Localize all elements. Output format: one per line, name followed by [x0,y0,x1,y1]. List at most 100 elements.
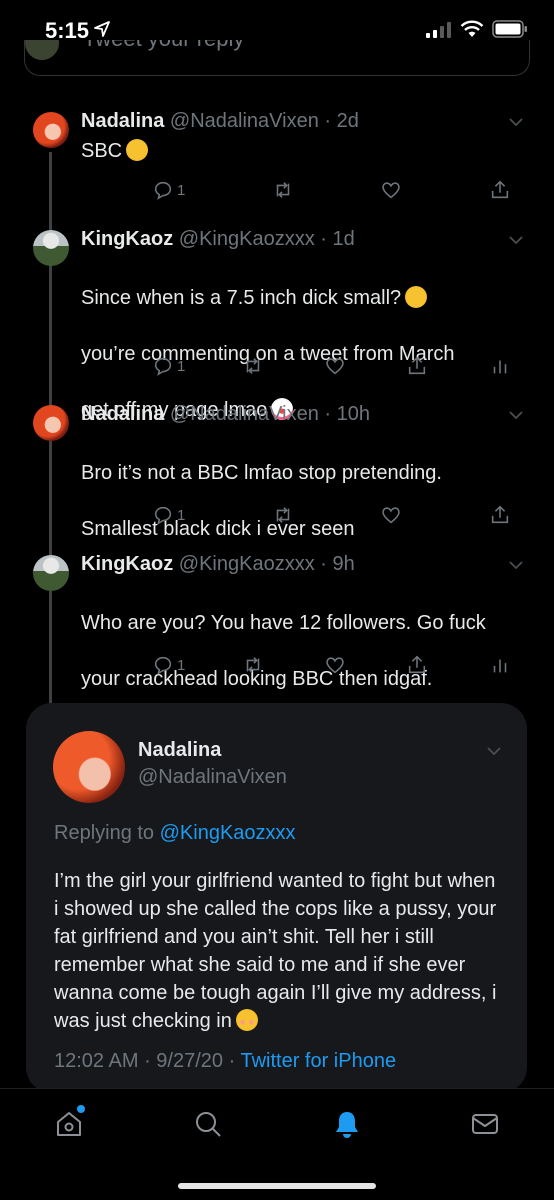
tweet-header: KingKaoz @KingKaozxxx · 9h [81,553,355,575]
retweet-icon [246,657,260,673]
username[interactable]: @NadalinaVixen [138,766,287,789]
compose-placeholder: Tweet your reply [83,40,244,52]
display-name[interactable]: KingKaoz [81,553,173,575]
new-content-dot [77,1105,85,1113]
share-icon [408,655,426,674]
chevron-down-icon[interactable] [508,409,524,421]
retweet-icon [246,358,260,374]
messages-icon [472,1114,498,1134]
tweet-item[interactable]: Nadalina @NadalinaVixen · 10h Bro it’s n… [0,403,554,540]
share-button[interactable] [489,176,511,204]
focused-tweet-card: Nadalina @NadalinaVixen Replying to @Kin… [26,703,527,1093]
reply-button[interactable]: 1 [152,352,185,380]
analytics-icon [493,360,507,374]
reply-count: 1 [177,181,186,199]
smiling-blush-emoji [235,1009,258,1031]
tweet-date: 9/27/20 [156,1050,224,1072]
like-button[interactable] [380,501,402,529]
tweet-item[interactable]: KingKaoz @KingKaozxxx · 9h Who are you? … [0,553,554,690]
replying-to-mention[interactable]: @KingKaozxxx [160,822,296,844]
avatar[interactable] [33,555,69,591]
reply-icon [154,656,172,675]
reply-icon [154,181,172,200]
reply-icon [154,506,172,525]
retweet-icon [276,507,290,523]
home-indicator[interactable] [178,1183,376,1189]
tweet-time: 12:02 AM [54,1050,139,1072]
like-button[interactable] [324,651,346,679]
reply-count: 1 [177,506,186,524]
share-button[interactable] [489,501,511,529]
tweet-header: KingKaoz @KingKaozxxx · 1d [81,228,355,250]
reply-button[interactable]: 1 [152,176,185,204]
reply-count: 1 [177,357,186,375]
username[interactable]: @NadalinaVixen [170,110,319,132]
display-name[interactable]: Nadalina [138,739,221,762]
tab-notifications[interactable] [332,1109,362,1139]
analytics-button[interactable] [489,651,511,679]
display-name[interactable]: KingKaoz [81,228,173,250]
display-name[interactable]: Nadalina [81,110,164,132]
tweet-age: 1d [332,228,355,250]
heart-icon [382,182,400,199]
chevron-down-icon[interactable] [508,116,524,128]
heart-icon [326,657,344,674]
wifi-icon [460,20,484,37]
replying-to-label: Replying to [54,822,155,844]
reply-compose-box[interactable]: Tweet your reply [24,40,530,76]
reply-button[interactable]: 1 [152,501,185,529]
chevron-down-icon[interactable] [486,745,502,757]
share-button[interactable] [406,651,428,679]
retweet-button[interactable] [242,651,264,679]
location-arrow-icon [94,21,110,37]
tweet-header: Nadalina @NadalinaVixen · 10h [81,403,370,425]
username[interactable]: @KingKaozxxx [179,228,315,250]
tab-search[interactable] [193,1109,223,1139]
avatar[interactable] [33,230,69,266]
retweet-button[interactable] [272,501,294,529]
username[interactable]: @NadalinaVixen [170,403,319,425]
replying-to-line: Replying to @KingKaozxxx [54,822,296,845]
like-button[interactable] [324,352,346,380]
tab-home[interactable] [54,1109,84,1139]
tab-messages[interactable] [470,1109,500,1139]
tears-of-joy-emoji [405,286,428,308]
search-icon [196,1112,221,1137]
display-name[interactable]: Nadalina [81,403,164,425]
reply-count: 1 [177,656,186,674]
notifications-icon [336,1112,358,1138]
tweet-text: SBC [81,137,521,165]
username[interactable]: @KingKaozxxx [179,553,315,575]
share-icon [491,180,509,199]
tweet-item[interactable]: Nadalina @NadalinaVixen · 2d SBC 1 [0,110,554,210]
heart-icon [326,358,344,375]
like-button[interactable] [380,176,402,204]
cellular-signal-icon [426,22,451,38]
tweet-header: Nadalina @NadalinaVixen · 2d [81,110,359,132]
tweet-age: 2d [336,110,359,132]
tweet-age: 9h [332,553,355,575]
retweet-icon [276,182,290,198]
share-icon [408,356,426,375]
tweet-actions: 1 [0,176,554,204]
tweet-item[interactable]: KingKaoz @KingKaozxxx · 1d Since when is… [0,228,554,421]
tweet-actions: 1 [0,651,554,679]
share-icon [491,505,509,524]
tweet-source-link[interactable]: Twitter for iPhone [240,1050,396,1072]
tweet-meta: 12:02 AM · 9/27/20 · Twitter for iPhone [54,1050,397,1072]
avatar[interactable] [33,112,69,148]
chevron-down-icon[interactable] [508,559,524,571]
retweet-button[interactable] [242,352,264,380]
analytics-button[interactable] [489,352,511,380]
reply-icon [154,357,172,376]
avatar[interactable] [33,405,69,441]
chevron-down-icon[interactable] [508,234,524,246]
tweet-text: I’m the girl your girlfriend wanted to f… [54,870,497,1032]
share-button[interactable] [406,352,428,380]
retweet-button[interactable] [272,176,294,204]
avatar[interactable] [53,731,125,803]
reply-button[interactable]: 1 [152,651,185,679]
home-icon [57,1112,81,1136]
rolling-laughing-emoji [126,139,149,161]
battery-icon [492,20,527,38]
